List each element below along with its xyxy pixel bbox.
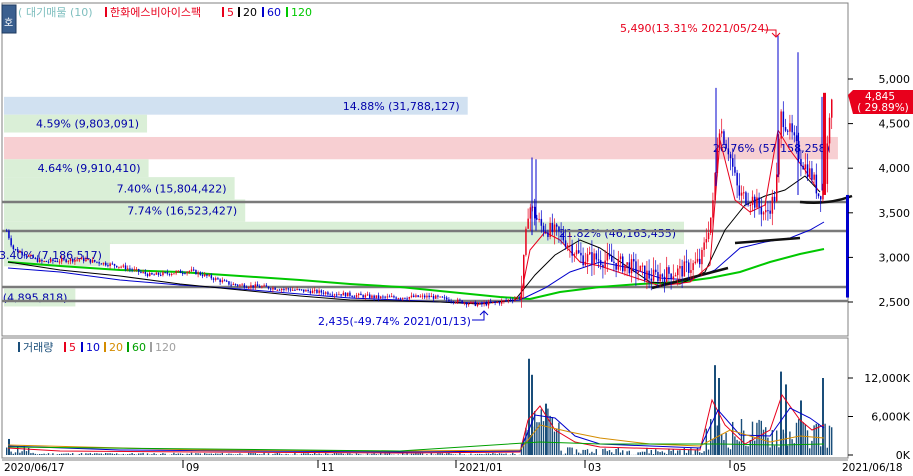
legend-ma5: 5	[227, 6, 234, 19]
date-label-nov: 11	[321, 462, 334, 474]
date-label-end: 2021/06/18	[842, 462, 903, 474]
supply-band-2: 26.76% (57,158,258)	[4, 136, 838, 160]
volume-ma10: 10	[86, 341, 100, 354]
stock-chart[interactable]: 14.88% (31,788,127) 4.59% (9,803,091) 26.7…	[0, 0, 913, 476]
date-label-jan: 2021/01	[459, 462, 503, 474]
volume-legend-label: 거래량	[23, 341, 53, 354]
supply-band-label-3: 4.64% (9,910,410)	[38, 162, 141, 175]
supply-band-3: 4.64% (9,910,410)	[4, 159, 149, 178]
date-label-may: 05	[733, 462, 746, 474]
supply-band-label-6: 21.82% (46,163,455)	[559, 227, 676, 240]
price-tick-1: 4,500	[879, 118, 911, 131]
supply-band-4: 7.40% (15,804,422)	[4, 177, 235, 200]
supply-band-label-1: 4.59% (9,803,091)	[36, 118, 139, 131]
current-price-tag: 4,845 ( 29.89%)	[848, 90, 913, 114]
legend-ma120: 120	[291, 6, 312, 19]
price-tick-2: 4,000	[879, 162, 911, 175]
volume-tick-2: 0K	[896, 449, 911, 462]
price-tick-4: 3,000	[879, 251, 911, 264]
volume-ma5: 5	[69, 341, 76, 354]
volume-tick-1: 6,000K	[871, 411, 910, 424]
volume-ma60: 60	[132, 341, 146, 354]
price-tick-0: 5,000	[879, 73, 911, 86]
volume-tick-0: 12,000K	[864, 372, 910, 385]
legend-supply-period: (10)	[70, 6, 93, 19]
volume-ma120: 120	[155, 341, 176, 354]
supply-band-0: 14.88% (31,788,127)	[4, 96, 468, 115]
legend-stock-name: 한화에스비아이스팩	[110, 6, 201, 19]
date-label-start: 2020/06/17	[4, 462, 65, 474]
legend-ma20: 20	[243, 6, 257, 19]
supply-band-label-0: 14.88% (31,788,127)	[343, 100, 460, 113]
supply-band-label-8: 2.29% (4,895,818)	[0, 292, 67, 305]
supply-band-8: 2.29% (4,895,818)	[0, 288, 76, 307]
price-tick-5: 2,500	[879, 296, 911, 309]
legend-ma60: 60	[267, 6, 281, 19]
volume-axis[interactable]: 12,000K 6,000K 0K	[848, 372, 911, 462]
low-label: 2,435(-49.74% 2021/01/13)	[318, 315, 471, 328]
date-label-sep: 09	[186, 462, 199, 474]
high-label: 5,490(13.31% 2021/05/24)	[620, 22, 769, 35]
side-toggle-button[interactable]: 호	[1, 4, 17, 34]
date-label-mar: 03	[588, 462, 601, 474]
high-annotation: 5,490(13.31% 2021/05/24)	[620, 22, 781, 38]
date-axis[interactable]: 2020/06/17 09 11 2021/01 03 05 2021/06/1…	[2, 459, 903, 474]
supply-band-label-4: 7.40% (15,804,422)	[117, 182, 227, 195]
legend-supply-label: 대기매물	[26, 6, 66, 19]
supply-band-1: 4.59% (9,803,091)	[4, 114, 148, 133]
price-legend[interactable]: ( 대기매물 (10) 한화에스비아이스팩 5 20 60 120	[18, 6, 312, 19]
legend-bracket: (	[18, 6, 22, 19]
supply-band-label-5: 7.74% (16,523,427)	[127, 205, 237, 218]
volume-ma20: 20	[109, 341, 123, 354]
current-price-change: ( 29.89%)	[857, 102, 909, 114]
side-toggle-label: 호	[4, 17, 13, 29]
price-tick-3: 3,500	[879, 207, 911, 220]
